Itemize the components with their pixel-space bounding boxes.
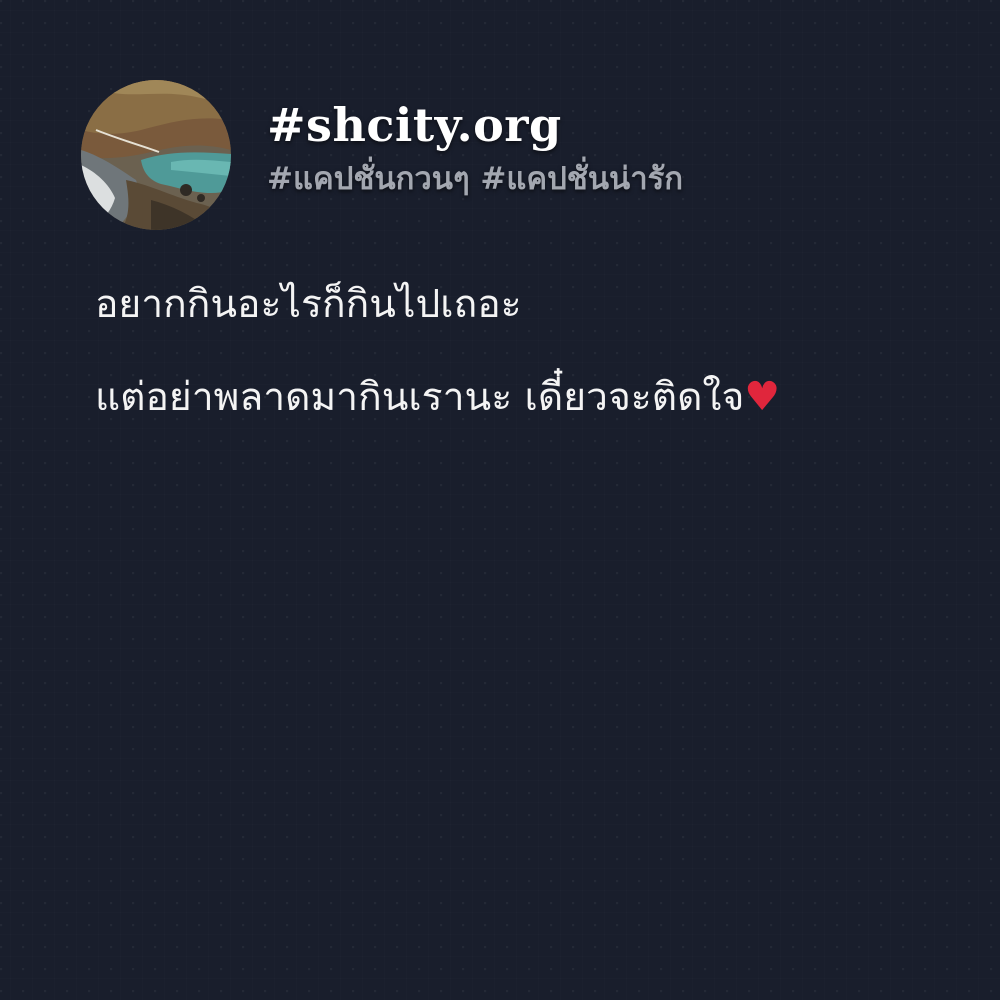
avatar[interactable] <box>81 80 231 230</box>
hashtags: #แคปชั่นกวนๆ #แคปชั่นน่ารัก <box>267 161 684 197</box>
caption-line-2-wrapper: แต่อย่าพลาดมากินเรานะ เดี๋ยวจะติดใจ♥ <box>95 374 780 421</box>
heart-icon: ♥ <box>744 374 781 420</box>
post-header: #shcity.org #แคปชั่นกวนๆ #แคปชั่นน่ารัก <box>81 80 683 230</box>
header-text: #shcity.org #แคปชั่นกวนๆ #แคปชั่นน่ารัก <box>267 97 683 201</box>
coastal-landscape-photo-icon <box>81 80 231 230</box>
caption-line-2: แต่อย่าพลาดมากินเรานะ เดี๋ยวจะติดใจ <box>95 375 745 420</box>
caption-line-1: อยากกินอะไรก็กินไปเถอะ <box>95 282 522 327</box>
caption: อยากกินอะไรก็กินไปเถอะ แต่อย่าพลาดมากินเ… <box>95 282 780 421</box>
site-name[interactable]: #shcity.org <box>267 97 683 153</box>
